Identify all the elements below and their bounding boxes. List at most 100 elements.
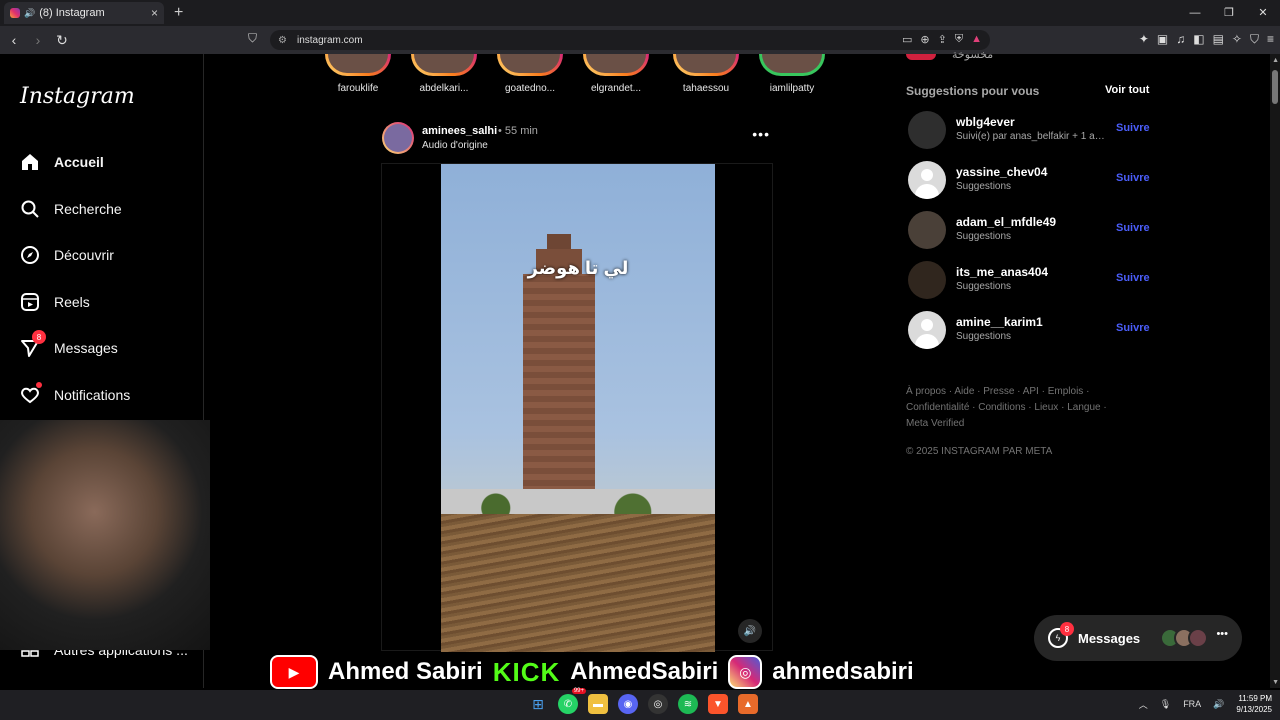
post-author-avatar[interactable] bbox=[382, 122, 414, 154]
bookmark-icon[interactable]: ⛉ bbox=[248, 31, 257, 46]
scroll-thumb[interactable] bbox=[1272, 70, 1278, 104]
suggestion-username[interactable]: wblg4ever bbox=[956, 115, 1015, 129]
story-name: elgrandet... bbox=[590, 83, 642, 94]
suggestion-username[interactable]: amine__karim1 bbox=[956, 315, 1043, 329]
suggestion-username[interactable]: adam_el_mfdle49 bbox=[956, 215, 1056, 229]
suggestion-avatar[interactable] bbox=[908, 261, 946, 299]
more-icon[interactable]: ••• bbox=[1216, 628, 1228, 640]
page-scrollbar[interactable]: ▲ ▼ bbox=[1270, 54, 1280, 688]
current-user-avatar[interactable] bbox=[906, 54, 936, 60]
volume-icon[interactable]: 🔊 bbox=[1213, 699, 1224, 710]
reel-video[interactable]: لي تا هوضر bbox=[441, 164, 715, 652]
obs-icon[interactable]: ◎ bbox=[648, 694, 668, 714]
suggestion-username[interactable]: yassine_chev04 bbox=[956, 165, 1047, 179]
clock[interactable]: 11:59 PM 9/13/2025 bbox=[1236, 693, 1272, 715]
new-tab-icon[interactable]: + bbox=[174, 4, 183, 22]
suggestion-avatar[interactable] bbox=[908, 161, 946, 199]
vpn-icon[interactable]: ⛉ bbox=[1250, 32, 1259, 47]
menu-icon[interactable]: ≡ bbox=[1267, 32, 1274, 47]
discord-icon[interactable]: ◉ bbox=[618, 694, 638, 714]
suggestion-username[interactable]: its_me_anas404 bbox=[956, 265, 1048, 279]
app-icon[interactable]: ▲ bbox=[738, 694, 758, 714]
suggestion-row: amine__karim1 Suggestions Suivre bbox=[908, 311, 1150, 349]
sidebar-toggle-icon[interactable]: ◧ bbox=[1193, 32, 1204, 47]
kick-logo: KICK bbox=[492, 656, 561, 687]
story-item[interactable]: farouklife bbox=[320, 54, 396, 94]
whatsapp-icon[interactable]: ✆ 99+ bbox=[558, 688, 586, 714]
cast-icon[interactable]: ▭ bbox=[902, 33, 912, 46]
follow-button[interactable]: Suivre bbox=[1116, 322, 1150, 334]
kick-handle: AhmedSabiri bbox=[570, 658, 719, 685]
browser-tab-bar: 🔊 (8) Instagram × + — ❐ ✕ bbox=[0, 0, 1280, 26]
language-indicator[interactable]: FRA bbox=[1183, 699, 1201, 709]
suggestion-subtext: Suggestions bbox=[956, 181, 1012, 192]
rewards-icon[interactable]: ▲ bbox=[971, 33, 982, 46]
suggestion-avatar[interactable] bbox=[908, 111, 946, 149]
ai-icon[interactable]: ✧ bbox=[1232, 32, 1242, 47]
footer-links[interactable]: À propos · Aide · Presse · API · Emplois… bbox=[906, 384, 1126, 432]
sidebar-item-label: Messages bbox=[54, 340, 118, 356]
sidebar-item-home[interactable]: Accueil bbox=[20, 148, 104, 176]
wallet-icon[interactable]: ▤ bbox=[1213, 32, 1224, 47]
shield-icon[interactable]: ⛨ bbox=[955, 33, 963, 46]
site-info-icon[interactable]: ⚙ bbox=[278, 35, 287, 46]
sidebar-item-notifications[interactable]: Notifications bbox=[20, 381, 130, 409]
clock-time: 11:59 PM bbox=[1238, 694, 1272, 703]
restore-icon[interactable]: ❐ bbox=[1212, 0, 1246, 26]
extensions-icon[interactable]: ✦ bbox=[1139, 32, 1149, 47]
suggestion-avatar[interactable] bbox=[908, 211, 946, 249]
follow-button[interactable]: Suivre bbox=[1116, 222, 1150, 234]
suggestion-subtext: Suivi(e) par anas_belfakir + 1 au... bbox=[956, 131, 1108, 142]
story-item[interactable]: iamlilpatty bbox=[754, 54, 830, 94]
stream-banner: ▶ Ahmed Sabiri KICK AhmedSabiri ◎ ahmeds… bbox=[270, 652, 970, 692]
post-media[interactable]: لي تا هوضر 🔊 bbox=[381, 163, 773, 652]
url-bar[interactable]: ⚙ instagram.com ▭ ⊕ ⇪ ⛨ ▲ bbox=[270, 30, 990, 50]
suggestion-avatar[interactable] bbox=[908, 311, 946, 349]
instagram-logo[interactable]: Instagram bbox=[20, 84, 135, 109]
brave-icon[interactable]: ▼ bbox=[708, 694, 728, 714]
story-ring bbox=[325, 54, 391, 76]
folder-icon[interactable]: ▬ bbox=[588, 694, 608, 714]
suggestion-row: wblg4ever Suivi(e) par anas_belfakir + 1… bbox=[908, 111, 1150, 149]
close-tab-icon[interactable]: × bbox=[151, 6, 158, 20]
forward-icon[interactable]: › bbox=[28, 32, 48, 48]
sidebar-item-reels[interactable]: Reels bbox=[20, 288, 90, 316]
screenshot-icon[interactable]: ▣ bbox=[1157, 32, 1168, 47]
scroll-up-icon[interactable]: ▲ bbox=[1272, 57, 1279, 64]
see-all-link[interactable]: Voir tout bbox=[1105, 84, 1149, 96]
windows-start-icon[interactable]: ⊞ bbox=[528, 694, 548, 714]
post-username[interactable]: aminees_salhi bbox=[422, 125, 497, 137]
story-name: farouklife bbox=[337, 83, 379, 94]
back-icon[interactable]: ‹ bbox=[4, 32, 24, 48]
browser-tab[interactable]: 🔊 (8) Instagram × bbox=[4, 2, 164, 24]
heart-icon bbox=[20, 382, 42, 405]
close-window-icon[interactable]: ✕ bbox=[1246, 0, 1280, 26]
story-item[interactable]: elgrandet... bbox=[578, 54, 654, 94]
reload-icon[interactable]: ↻ bbox=[52, 32, 72, 49]
messages-pill[interactable]: ϟ 8 Messages ••• bbox=[1034, 615, 1242, 661]
follow-button[interactable]: Suivre bbox=[1116, 272, 1150, 284]
share-icon[interactable]: ⇪ bbox=[938, 33, 947, 46]
sidebar-item-explore[interactable]: Découvrir bbox=[20, 241, 114, 269]
chevron-up-icon[interactable]: ︿ bbox=[1139, 698, 1148, 711]
scroll-down-icon[interactable]: ▼ bbox=[1272, 679, 1279, 686]
sidebar-item-messages[interactable]: 8 Messages bbox=[20, 330, 118, 362]
microphone-icon[interactable]: 🎙 bbox=[1160, 699, 1171, 710]
minimize-icon[interactable]: — bbox=[1178, 0, 1212, 26]
sidebar-item-label: Recherche bbox=[54, 201, 122, 217]
follow-button[interactable]: Suivre bbox=[1116, 122, 1150, 134]
follow-button[interactable]: Suivre bbox=[1116, 172, 1150, 184]
more-options-icon[interactable]: ••• bbox=[752, 126, 770, 142]
media-icon[interactable]: ♫ bbox=[1176, 32, 1185, 47]
zoom-icon[interactable]: ⊕ bbox=[920, 33, 929, 46]
messages-pill-label: Messages bbox=[1078, 630, 1141, 646]
sidebar-item-label: Accueil bbox=[54, 154, 104, 170]
post-audio-link[interactable]: Audio d'origine bbox=[422, 140, 488, 151]
story-item[interactable]: abdelkari... bbox=[406, 54, 482, 94]
story-item[interactable]: tahaessou bbox=[668, 54, 744, 94]
speaker-icon[interactable]: 🔊 bbox=[24, 8, 35, 19]
spotify-icon[interactable]: ≋ bbox=[678, 694, 698, 714]
mute-toggle-icon[interactable]: 🔊 bbox=[738, 619, 762, 643]
story-item[interactable]: goatedno... bbox=[492, 54, 568, 94]
sidebar-item-search[interactable]: Recherche bbox=[20, 195, 122, 223]
